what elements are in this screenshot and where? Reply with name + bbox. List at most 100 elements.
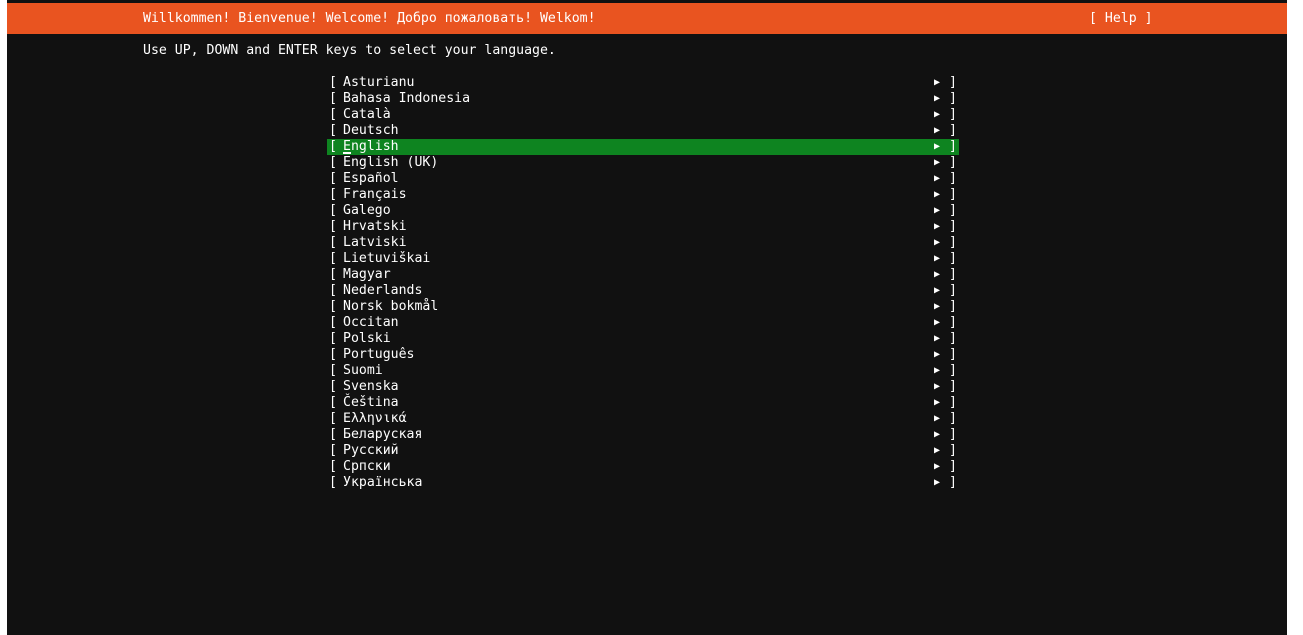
bracket-open: [: [329, 283, 337, 298]
language-option[interactable]: [Español ▶]: [327, 171, 959, 187]
arrow-right-icon: ▶: [934, 397, 941, 408]
arrow-right-icon: ▶: [934, 477, 941, 488]
language-option[interactable]: [Deutsch ▶]: [327, 123, 959, 139]
bracket-close: ]: [949, 187, 957, 202]
bracket-open: [: [329, 235, 337, 250]
language-option[interactable]: [ Occitan ▶]: [327, 315, 959, 331]
bracket-open: [: [329, 363, 337, 378]
bracket-close: ]: [949, 475, 957, 490]
bracket-open: [: [329, 411, 337, 426]
language-option[interactable]: [Hrvatski ▶]: [327, 219, 959, 235]
arrow-right-icon: ▶: [934, 429, 941, 440]
bracket-close: ]: [949, 411, 957, 426]
arrow-right-icon: ▶: [934, 77, 941, 88]
language-option[interactable]: [Lietuviškai ▶]: [327, 251, 959, 267]
bracket-open: [: [329, 203, 337, 218]
bracket-open: [: [329, 475, 337, 490]
arrow-right-icon: ▶: [934, 317, 941, 328]
language-option[interactable]: [Беларуская ▶]: [327, 427, 959, 443]
arrow-right-icon: ▶: [934, 301, 941, 312]
arrow-right-icon: ▶: [934, 237, 941, 248]
header-title: Willkommen! Bienvenue! Welcome! Добро по…: [143, 11, 596, 26]
arrow-right-icon: ▶: [934, 205, 941, 216]
language-label: Português: [343, 347, 415, 362]
bracket-open: [: [329, 171, 337, 186]
language-option[interactable]: [Polski ▶]: [327, 331, 959, 347]
language-option[interactable]: [Bahasa Indonesia ▶]: [327, 91, 959, 107]
text-cursor: [343, 152, 351, 154]
language-option[interactable]: [Magyar ▶]: [327, 267, 959, 283]
arrow-right-icon: ▶: [934, 141, 941, 152]
bracket-close: ]: [949, 443, 957, 458]
language-option[interactable]: [English ▶]: [327, 139, 959, 155]
language-label: Polski: [343, 331, 391, 346]
language-label: Magyar: [343, 267, 391, 282]
language-option[interactable]: [ Українська ▶]: [327, 475, 959, 491]
bracket-open: [: [329, 395, 337, 410]
arrow-right-icon: ▶: [934, 93, 941, 104]
arrow-right-icon: ▶: [934, 381, 941, 392]
language-label: Русский: [343, 443, 399, 458]
language-option[interactable]: [Српски ▶]: [327, 459, 959, 475]
language-label: Suomi: [343, 363, 383, 378]
language-option[interactable]: [Svenska ▶]: [327, 379, 959, 395]
arrow-right-icon: ▶: [934, 285, 941, 296]
arrow-right-icon: ▶: [934, 413, 941, 424]
language-label: Українська: [343, 475, 423, 490]
language-label: Norsk bokmål: [343, 299, 439, 314]
bracket-open: [: [329, 155, 337, 170]
bracket-open: [: [329, 315, 337, 330]
bracket-close: ]: [949, 379, 957, 394]
language-label: Latviski: [343, 235, 407, 250]
bracket-close: ]: [949, 427, 957, 442]
language-label: Nederlands: [343, 283, 423, 298]
bracket-close: ]: [949, 395, 957, 410]
language-option[interactable]: [Čeština ▶]: [327, 395, 959, 411]
language-label: Français: [343, 187, 407, 202]
bracket-open: [: [329, 427, 337, 442]
language-option[interactable]: [English (UK) ▶]: [327, 155, 959, 171]
language-label: English: [343, 139, 399, 154]
language-option[interactable]: [ Norsk bokmål ▶]: [327, 299, 959, 315]
language-label: Occitan: [343, 315, 399, 330]
language-option[interactable]: [Français ▶]: [327, 187, 959, 203]
help-button[interactable]: [ Help ]: [1089, 11, 1153, 27]
arrow-right-icon: ▶: [934, 365, 941, 376]
language-option[interactable]: [Asturianu ▶]: [327, 75, 959, 91]
bracket-open: [: [329, 443, 337, 458]
bracket-close: ]: [949, 171, 957, 186]
language-option[interactable]: [ Português ▶]: [327, 347, 959, 363]
bracket-close: ]: [949, 267, 957, 282]
language-option[interactable]: [ Suomi ▶]: [327, 363, 959, 379]
bracket-close: ]: [949, 347, 957, 362]
language-option[interactable]: [Galego ▶]: [327, 203, 959, 219]
arrow-right-icon: ▶: [934, 349, 941, 360]
bracket-close: ]: [949, 155, 957, 170]
language-label: Català: [343, 107, 391, 122]
language-option[interactable]: [Latviski ▶]: [327, 235, 959, 251]
instructions-text: Use UP, DOWN and ENTER keys to select yo…: [143, 43, 556, 58]
arrow-right-icon: ▶: [934, 461, 941, 472]
bracket-close: ]: [949, 299, 957, 314]
bracket-open: [: [329, 107, 337, 122]
bracket-close: ]: [949, 283, 957, 298]
bracket-open: [: [329, 267, 337, 282]
language-label: Hrvatski: [343, 219, 407, 234]
bracket-close: ]: [949, 331, 957, 346]
language-option[interactable]: [Русский ▶]: [327, 443, 959, 459]
bracket-close: ]: [949, 459, 957, 474]
language-label: Ελληνικά: [343, 411, 407, 426]
bracket-open: [: [329, 459, 337, 474]
bracket-open: [: [329, 299, 337, 314]
language-option[interactable]: [Català ▶]: [327, 107, 959, 123]
bracket-open: [: [329, 219, 337, 234]
bracket-close: ]: [949, 315, 957, 330]
language-option[interactable]: [ Nederlands ▶]: [327, 283, 959, 299]
bracket-close: ]: [949, 363, 957, 378]
language-label: Galego: [343, 203, 391, 218]
installer-screen: Willkommen! Bienvenue! Welcome! Добро по…: [7, 0, 1287, 635]
language-option[interactable]: [ Ελληνικά ▶]: [327, 411, 959, 427]
bracket-open: [: [329, 251, 337, 266]
bracket-open: [: [329, 123, 337, 138]
bracket-open: [: [329, 347, 337, 362]
